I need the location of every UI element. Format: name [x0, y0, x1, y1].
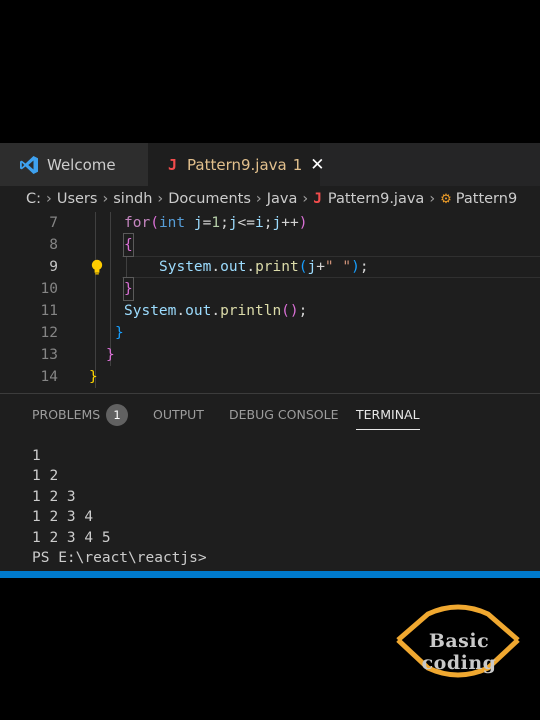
terminal-prompt: PS E:\react\reactjs>	[32, 549, 207, 566]
code-text: }	[89, 369, 98, 385]
tab-debug-console[interactable]: DEBUG CONSOLE	[229, 407, 338, 422]
tab-welcome[interactable]: Welcome	[0, 143, 148, 186]
code-line: 13 }	[0, 344, 540, 366]
problems-count-badge: 1	[106, 404, 128, 426]
code-line: 14 }	[0, 366, 540, 388]
class-icon: ⚙	[440, 191, 452, 207]
java-file-icon: J	[168, 155, 178, 174]
breadcrumb-drive[interactable]: C:	[26, 191, 41, 207]
breadcrumb: C: › Users › sindh › Documents › Java › …	[0, 186, 540, 212]
code-line: 10 }	[0, 277, 540, 301]
line-number: 12	[40, 325, 58, 341]
code-line: 12 }	[0, 322, 540, 344]
line-number: 7	[49, 215, 58, 231]
terminal-line: 1 2 3 4	[32, 509, 94, 526]
tab-problems[interactable]: PROBLEMS	[32, 407, 100, 422]
chevron-right-icon: ›	[46, 191, 52, 207]
code-editor[interactable]: 7 for(int j=1;j<=i;j++) 8 { 9 System.out…	[0, 212, 540, 393]
java-file-icon: J	[313, 191, 322, 207]
bottom-panel: PROBLEMS 1 OUTPUT DEBUG CONSOLE TERMINAL…	[0, 393, 540, 572]
code-line: 7 for(int j=1;j<=i;j++)	[0, 212, 540, 234]
close-icon[interactable]: ✕	[310, 155, 324, 175]
terminal-output[interactable]: 1 1 2 1 2 3 1 2 3 4 1 2 3 4 5 PS E:\reac…	[32, 446, 207, 568]
tab-pattern9-java[interactable]: J Pattern9.java 1 ✕	[148, 143, 325, 186]
tab-welcome-label: Welcome	[47, 155, 116, 174]
code-line: 11 System.out.println();	[0, 300, 540, 322]
breadcrumb-sindh[interactable]: sindh	[113, 191, 152, 207]
line-number: 10	[40, 281, 58, 297]
tab-pattern9-label: Pattern9.java	[187, 155, 287, 174]
code-text: }	[106, 347, 115, 363]
tab-output[interactable]: OUTPUT	[153, 407, 204, 422]
code-text: {	[123, 233, 134, 257]
code-text: for(int j=1;j<=i;j++)	[124, 215, 308, 231]
breadcrumb-users[interactable]: Users	[57, 191, 98, 207]
vscode-icon	[20, 155, 38, 174]
breadcrumb-class[interactable]: Pattern9	[456, 191, 517, 207]
breadcrumb-java[interactable]: Java	[267, 191, 298, 207]
problem-count-indicator: 1	[292, 155, 303, 174]
chevron-right-icon: ›	[429, 191, 436, 207]
chevron-right-icon: ›	[302, 191, 309, 207]
terminal-line: 1 2	[32, 468, 59, 485]
terminal-line: 1	[32, 448, 41, 464]
watermark-text: Basic coding	[421, 630, 497, 674]
code-line: 9 System.out.print(j+" ");	[0, 256, 540, 278]
line-number: 14	[40, 369, 58, 385]
chevron-right-icon: ›	[157, 191, 164, 207]
terminal-line: 1 2 3	[32, 488, 76, 505]
tab-terminal[interactable]: TERMINAL	[356, 407, 420, 430]
line-number: 8	[49, 237, 58, 253]
code-text: }	[123, 277, 134, 301]
line-number: 13	[40, 347, 58, 363]
editor-tab-bar: Welcome J Pattern9.java 1 ✕	[0, 143, 540, 186]
code-text: System.out.print(j+" ");	[159, 259, 369, 275]
breadcrumb-file[interactable]: Pattern9.java	[328, 191, 424, 207]
chevron-right-icon: ›	[102, 191, 109, 207]
breadcrumb-documents[interactable]: Documents	[168, 191, 251, 207]
code-text: }	[115, 325, 124, 341]
code-text: System.out.println();	[124, 303, 308, 319]
vscode-window: Welcome J Pattern9.java 1 ✕ C: › Users ›…	[0, 143, 540, 578]
line-number: 11	[40, 303, 58, 319]
status-bar	[0, 571, 540, 578]
code-line: 8 {	[0, 233, 540, 257]
line-number: 9	[49, 259, 58, 275]
chevron-right-icon: ›	[255, 191, 262, 207]
terminal-line: 1 2 3 4 5	[32, 529, 111, 546]
panel-tabs: PROBLEMS 1 OUTPUT DEBUG CONSOLE TERMINAL	[0, 394, 540, 434]
